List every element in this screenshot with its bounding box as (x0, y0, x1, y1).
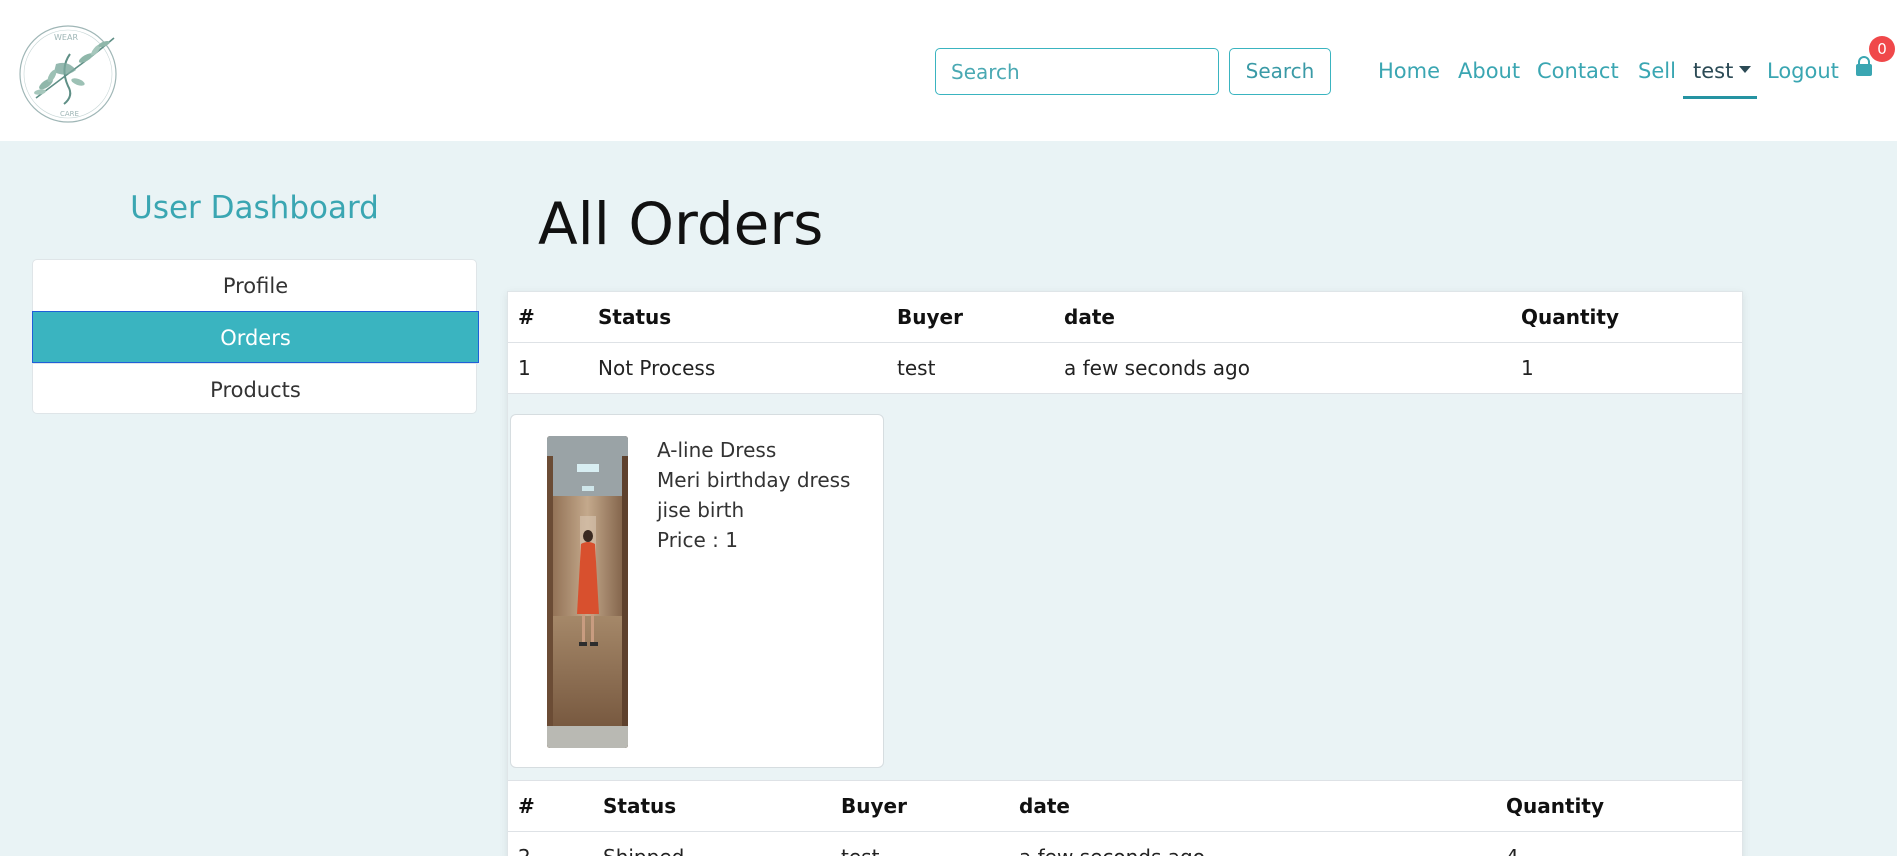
caret-down-icon (1739, 65, 1752, 73)
column-header: Quantity (1521, 305, 1619, 329)
product-description: Meri birthday dress jise birth (657, 468, 851, 522)
logo-text-top: WEAR (54, 33, 78, 42)
logo-text-bottom: CARE (60, 110, 79, 118)
shopping-bag-icon[interactable] (1853, 56, 1875, 78)
order-number: 2 (518, 832, 531, 856)
product-price: Price : 1 (657, 528, 738, 552)
product-image (547, 436, 628, 748)
column-header: # (518, 305, 535, 329)
column-header: Buyer (897, 305, 963, 329)
user-dropdown[interactable]: test (1693, 59, 1752, 83)
order-buyer: test (841, 832, 879, 856)
nav-logout-link[interactable]: Logout (1767, 59, 1839, 83)
order-quantity: 4 (1506, 832, 1519, 856)
order-quantity: 1 (1521, 356, 1534, 380)
table-header-row: # Status Buyer date Quantity (508, 292, 1742, 343)
order-date: a few seconds ago (1064, 356, 1250, 380)
dashboard-title: User Dashboard (130, 190, 379, 226)
order-status: Shipped (603, 832, 684, 856)
order-date: a few seconds ago (1019, 832, 1205, 856)
brand-logo[interactable]: WEAR CARE (16, 24, 120, 124)
column-header: Buyer (841, 794, 907, 818)
nav-sell-link[interactable]: Sell (1638, 59, 1676, 83)
sidebar-item-profile[interactable]: Profile (33, 260, 478, 312)
product-card: A-line Dress Meri birthday dress jise bi… (510, 414, 884, 768)
column-header: date (1019, 794, 1070, 818)
search-button[interactable]: Search (1229, 48, 1331, 95)
column-header: # (518, 794, 535, 818)
product-name: A-line Dress (657, 438, 777, 462)
order-status: Not Process (598, 356, 716, 380)
column-header: Status (603, 794, 677, 818)
page-title: All Orders (538, 190, 824, 258)
order-buyer: test (897, 356, 936, 380)
orders-list: # Status Buyer date Quantity 1 Not Proce… (507, 291, 1743, 856)
navbar: WEAR CARE Search Home About Contact Sell… (0, 0, 1897, 141)
column-header: Status (598, 305, 672, 329)
search-input[interactable] (935, 48, 1219, 95)
table-row: 1 Not Process test a few seconds ago 1 (508, 343, 1742, 394)
column-header: Quantity (1506, 794, 1604, 818)
nav-contact-link[interactable]: Contact (1537, 59, 1619, 83)
order-table: # Status Buyer date Quantity 1 Not Proce… (508, 292, 1742, 394)
table-row: 2 Shipped test a few seconds ago 4 (508, 832, 1742, 856)
sidebar-item-orders[interactable]: Orders (32, 311, 479, 363)
order-table: # Status Buyer date Quantity 2 Shipped t… (508, 780, 1742, 856)
table-header-row: # Status Buyer date Quantity (508, 781, 1742, 832)
user-dropdown-label: test (1693, 59, 1734, 83)
product-info: A-line Dress Meri birthday dress jise bi… (657, 435, 877, 555)
sidebar-item-products[interactable]: Products (33, 363, 478, 415)
order-number: 1 (518, 356, 531, 380)
cart-count-badge: 0 (1869, 36, 1895, 62)
nav-about-link[interactable]: About (1458, 59, 1520, 83)
dashboard-menu: Profile Orders Products (32, 259, 479, 415)
active-nav-underline (1683, 96, 1757, 99)
nav-home-link[interactable]: Home (1378, 59, 1440, 83)
column-header: date (1064, 305, 1115, 329)
